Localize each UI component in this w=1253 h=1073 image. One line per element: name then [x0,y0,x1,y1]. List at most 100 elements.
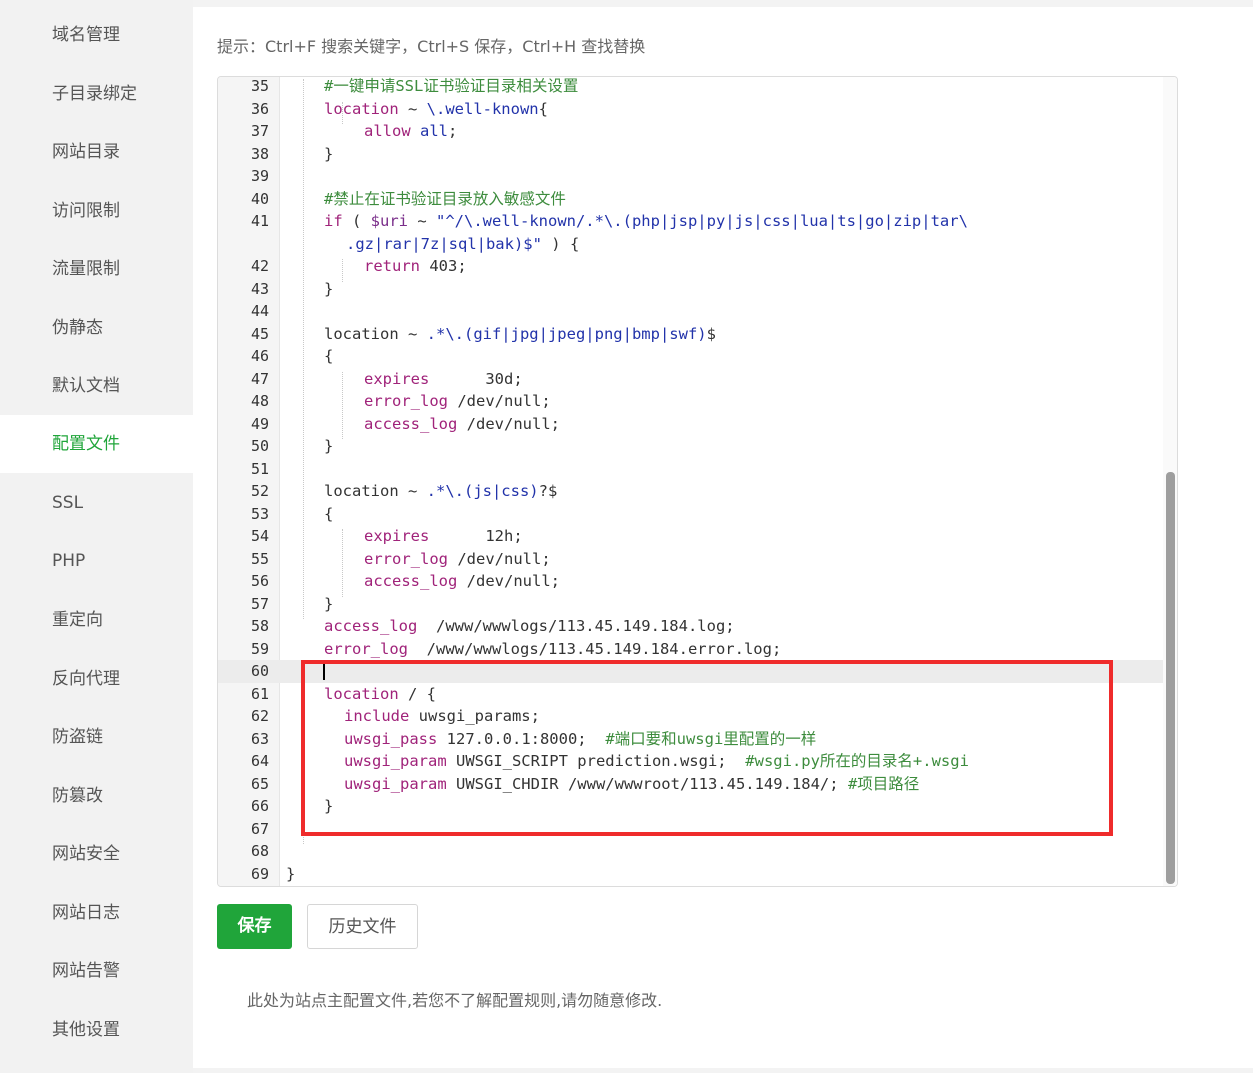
code-line[interactable]: 41 if ( $uri ~ "^/\.well-known/.*\.(php|j… [218,210,1163,233]
code-text: return 403; [364,255,467,278]
code-token: expires [364,369,430,388]
config-warning-note: 此处为站点主配置文件,若您不了解配置规则,请勿随意修改. [247,991,663,1010]
code-line[interactable]: 48 error_log /dev/null; [218,390,1163,413]
code-text: { [324,345,333,368]
line-number: 53 [250,504,269,523]
code-line[interactable]: 37 allow all; [218,120,1163,143]
code-text: uwsgi_param UWSGI_CHDIR /www/wwwroot/113… [344,773,919,796]
sidebar-item[interactable]: 网站目录 [0,123,193,181]
code-text: } [324,435,333,458]
code-line[interactable]: 60 [218,660,1163,683]
line-number: 67 [250,819,269,838]
sidebar-item[interactable]: 子目录绑定 [0,65,193,123]
code-line[interactable]: 61 location / { [218,683,1163,706]
code-line[interactable]: 58 access_log /www/wwwlogs/113.45.149.184… [218,615,1163,638]
sidebar-item[interactable]: 网站安全 [0,825,193,883]
code-line[interactable]: 42 return 403; [218,255,1163,278]
code-text: } [324,278,333,301]
code-token: /dev/null; [457,572,560,590]
code-line[interactable]: 46 { [218,345,1163,368]
code-line[interactable]: 53 { [218,503,1163,526]
code-token: ) { [541,234,580,253]
sidebar-item[interactable]: 配置文件 [0,415,193,473]
code-text: allow all; [364,120,457,143]
code-token: include [344,707,410,725]
line-number: 61 [250,684,269,703]
code-line[interactable]: 38} [218,143,1163,166]
config-code-editor[interactable]: 35 #一键申请SSL证书验证目录相关设置 36 location ~ \.well-… [217,76,1178,887]
code-line[interactable]: 47 expires 30d; [218,368,1163,391]
code-token: \.well-known [426,99,539,118]
code-line[interactable]: 39 [218,165,1163,188]
code-line[interactable]: 66} [218,795,1163,818]
code-token: access_log [324,617,418,635]
code-line[interactable]: 45 location ~ .*\.(gif|jpg|jpeg|png|bmp|s… [218,323,1163,346]
code-line[interactable]: 35 #一键申请SSL证书验证目录相关设置 [218,77,1163,98]
sidebar-item[interactable]: 反向代理 [0,650,193,708]
code-line[interactable]: 44 [218,300,1163,323]
code-text: } [286,863,295,886]
code-token: location ~ [324,324,427,343]
code-token: uwsgi_params; [409,707,540,725]
sidebar-item[interactable]: SSL [0,474,193,532]
code-token: #项目路径 [847,774,920,793]
line-number: 60 [250,662,269,680]
code-line[interactable]: 57} [218,593,1163,616]
code-text: location / { [324,683,436,706]
code-line[interactable]: 36 location ~ \.well-known{ [218,98,1163,121]
sidebar-item[interactable]: 流量限制 [0,240,193,298]
sidebar-item[interactable]: 其他设置 [0,1001,193,1059]
code-token: error_log [364,392,448,410]
code-line[interactable]: 55 error_log /dev/null; [218,548,1163,571]
code-line[interactable]: 50} [218,435,1163,458]
code-token: $uri [370,212,408,230]
code-line[interactable]: 51 [218,458,1163,481]
sidebar-item[interactable]: 伪静态 [0,299,193,357]
sidebar-item[interactable]: 访问限制 [0,182,193,240]
code-line[interactable]: 62 include uwsgi_params; [218,705,1163,728]
code-token: } [324,437,334,455]
editor-scrollbar-thumb[interactable] [1166,472,1175,884]
code-text: expires 30d; [364,368,523,391]
code-line[interactable]: 49 access_log /dev/null; [218,413,1163,436]
code-line[interactable]: 64 uwsgi_param UWSGI_SCRIPT prediction.ws… [218,750,1163,773]
sidebar-item[interactable]: 防盗链 [0,708,193,766]
line-number: 39 [250,167,269,185]
code-token: 127.0.0.1:8000; [437,729,606,748]
code-line[interactable]: 52 location ~ .*\.(js|css)?$ [218,480,1163,503]
sidebar-item[interactable]: 默认文档 [0,357,193,415]
sidebar-item[interactable]: 网站告警 [0,942,193,1000]
code-line[interactable]: 56 access_log /dev/null; [218,570,1163,593]
sidebar-item[interactable]: 网站日志 [0,884,193,942]
code-token: { [324,347,334,365]
line-number: 57 [250,594,269,613]
code-text: access_log /dev/null; [364,413,560,436]
history-files-button[interactable]: 历史文件 [307,904,418,949]
sidebar-item[interactable]: 防篡改 [0,767,193,825]
code-token: 403; [420,257,467,275]
code-line[interactable]: 43} [218,278,1163,301]
code-token: expires [364,527,430,545]
code-token: UWSGI_SCRIPT prediction.wsgi; [446,752,746,770]
line-number: 47 [250,369,269,388]
code-text: expires 12h; [364,525,523,548]
sidebar-item[interactable]: 域名管理 [0,6,193,64]
code-line[interactable]: 65 uwsgi_param UWSGI_CHDIR /www/wwwroot/1… [218,773,1163,796]
code-line[interactable]: 40 #禁止在证书验证目录放入敏感文件 [218,188,1163,211]
editor-scrollbar-track[interactable] [1163,77,1177,886]
code-line[interactable]: 54 expires 12h; [218,525,1163,548]
code-token: } [324,144,334,163]
code-line[interactable]: 59 error_log /www/wwwlogs/113.45.149.184.… [218,638,1163,661]
line-number: 44 [250,302,269,320]
code-line[interactable]: 68 [218,840,1163,863]
code-line[interactable]: 69} [218,863,1163,886]
code-line[interactable]: .gz|rar|7z|sql|bak)$" ) { [218,233,1163,256]
save-button[interactable]: 保存 [217,904,292,949]
code-token: ( [342,212,371,230]
code-text: uwsgi_param UWSGI_SCRIPT prediction.wsgi… [344,750,969,773]
code-line[interactable]: 67 [218,818,1163,841]
indent-guide [303,79,304,619]
sidebar-item[interactable]: 重定向 [0,591,193,649]
code-line[interactable]: 63 uwsgi_pass 127.0.0.1:8000; #端口要和uwsgi里… [218,728,1163,751]
sidebar-item[interactable]: PHP [0,532,193,590]
